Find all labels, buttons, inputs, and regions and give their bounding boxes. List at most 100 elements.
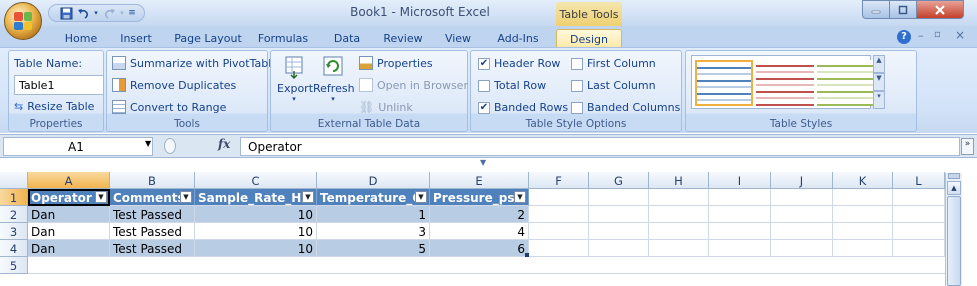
filter-dropdown-icon[interactable]: ▼ <box>514 191 526 203</box>
table-style-blue[interactable] <box>695 60 753 106</box>
gallery-scroll-down-icon[interactable]: ▼ <box>873 73 885 91</box>
save-icon[interactable] <box>59 6 73 20</box>
table-cell[interactable]: Dan <box>28 240 110 257</box>
header-row-checkbox[interactable]: ✔ Header Row <box>478 57 560 70</box>
unlink-button[interactable]: ⛓ Unlink <box>359 100 413 114</box>
grid-cell[interactable] <box>709 206 771 223</box>
table-cell[interactable]: Test Passed <box>110 240 195 257</box>
row-header-4[interactable]: 4 <box>0 240 28 257</box>
table-cell[interactable]: 10 <box>195 240 317 257</box>
grid-cell[interactable] <box>589 206 649 223</box>
redo-icon[interactable] <box>102 6 116 20</box>
grid-cell[interactable] <box>893 206 945 223</box>
table-cell[interactable]: Test Passed <box>110 223 195 240</box>
tab-data[interactable]: Data <box>328 29 366 48</box>
minimize-button[interactable] <box>862 0 890 19</box>
tab-view[interactable]: View <box>440 29 476 48</box>
redo-dropdown-icon[interactable]: ▾ <box>119 6 125 20</box>
tab-page-layout[interactable]: Page Layout <box>172 29 244 48</box>
first-column-checkbox[interactable]: First Column <box>571 57 656 70</box>
grid-cell[interactable] <box>589 240 649 257</box>
table-cell[interactable]: Dan <box>28 206 110 223</box>
formula-bar-expand-handle[interactable] <box>164 138 176 154</box>
office-button[interactable] <box>4 2 42 40</box>
grid-cell[interactable] <box>893 223 945 240</box>
table-cell[interactable]: 10 <box>195 223 317 240</box>
grid-cell[interactable] <box>649 206 709 223</box>
grid-cell[interactable] <box>893 240 945 257</box>
column-header-k[interactable]: K <box>833 172 893 189</box>
grid-cell[interactable] <box>649 189 709 206</box>
table-style-green[interactable] <box>817 60 875 106</box>
grid-cell[interactable] <box>771 189 833 206</box>
properties-button[interactable]: Properties <box>359 56 433 70</box>
grid-cell[interactable] <box>529 206 589 223</box>
remove-duplicates-button[interactable]: Remove Duplicates <box>112 78 236 92</box>
undo-dropdown-icon[interactable]: ▾ <box>93 6 99 20</box>
summarize-pivottable-button[interactable]: Summarize with PivotTable <box>112 56 278 70</box>
column-header-c[interactable]: C <box>195 172 317 189</box>
convert-to-range-button[interactable]: Convert to Range <box>112 100 226 114</box>
grid-cell[interactable] <box>771 223 833 240</box>
grid-cell[interactable] <box>529 240 589 257</box>
table-header-cell[interactable]: Sample_Rate_Hz ▼ <box>195 189 317 206</box>
filter-dropdown-icon[interactable]: ▼ <box>302 191 314 203</box>
grid-cell[interactable] <box>649 223 709 240</box>
column-header-l[interactable]: L <box>893 172 945 189</box>
grid-cell[interactable] <box>833 206 893 223</box>
table-cell[interactable]: 5 <box>317 240 430 257</box>
name-box-dropdown-icon[interactable]: ▼ <box>145 139 151 148</box>
column-header-f[interactable]: F <box>529 172 589 189</box>
table-name-input[interactable]: Table1 <box>14 75 104 95</box>
tab-home[interactable]: Home <box>56 29 106 48</box>
filter-dropdown-icon[interactable]: ▼ <box>415 191 427 203</box>
fx-icon[interactable]: fx <box>218 137 230 151</box>
grid-cell[interactable] <box>649 240 709 257</box>
tab-formulas[interactable]: Formulas <box>254 29 312 48</box>
grid-cell[interactable] <box>28 257 945 274</box>
gallery-more-icon[interactable]: ▾ <box>873 91 885 109</box>
last-column-checkbox[interactable]: Last Column <box>571 79 656 92</box>
filter-dropdown-icon[interactable]: ▼ <box>180 191 192 203</box>
table-cell[interactable]: 10 <box>195 206 317 223</box>
grid-cell[interactable] <box>589 189 649 206</box>
tab-insert[interactable]: Insert <box>114 29 158 48</box>
gallery-scroll-up-icon[interactable]: ▲ <box>873 55 885 73</box>
row-header-1[interactable]: 1 <box>0 189 28 206</box>
refresh-button[interactable]: Refresh ▾ <box>313 55 355 113</box>
row-header-3[interactable]: 3 <box>0 223 28 240</box>
vertical-scrollbar[interactable]: ▲ <box>945 173 962 286</box>
ribbon-restore-icon[interactable]: ▫ <box>934 29 941 40</box>
export-button[interactable]: Export ▾ <box>277 55 313 113</box>
column-header-a[interactable]: A <box>28 172 110 189</box>
open-in-browser-button[interactable]: Open in Browser <box>359 78 468 92</box>
scroll-thumb[interactable] <box>947 196 961 286</box>
table-cell[interactable]: 1 <box>317 206 430 223</box>
table-header-cell[interactable]: Operator ▼ <box>28 189 110 206</box>
tab-review[interactable]: Review <box>378 29 428 48</box>
split-box-handle[interactable] <box>948 173 960 179</box>
grid-cell[interactable] <box>709 240 771 257</box>
row-header-5[interactable]: 5 <box>0 257 28 274</box>
grid-cell[interactable] <box>833 189 893 206</box>
table-cell[interactable]: Dan <box>28 223 110 240</box>
column-header-d[interactable]: D <box>317 172 430 189</box>
close-button[interactable] <box>916 0 964 19</box>
resize-table-button[interactable]: ⇆ Resize Table <box>14 100 94 113</box>
row-header-2[interactable]: 2 <box>0 206 28 223</box>
grid-cell[interactable] <box>771 206 833 223</box>
table-cell[interactable]: Test Passed <box>110 206 195 223</box>
grid-cell[interactable] <box>833 240 893 257</box>
column-header-i[interactable]: I <box>709 172 771 189</box>
total-row-checkbox[interactable]: Total Row <box>478 79 546 92</box>
table-cell[interactable]: 4 <box>430 223 529 240</box>
restore-button[interactable] <box>889 0 917 19</box>
table-cell[interactable]: 3 <box>317 223 430 240</box>
column-header-e[interactable]: E <box>430 172 529 189</box>
undo-icon[interactable] <box>76 6 90 20</box>
grid-cell[interactable] <box>893 189 945 206</box>
table-cell[interactable]: 6 <box>430 240 529 257</box>
grid-cell[interactable] <box>529 223 589 240</box>
tab-design[interactable]: Design <box>556 29 622 48</box>
formula-bar-collapse-icon[interactable]: » <box>961 138 974 155</box>
